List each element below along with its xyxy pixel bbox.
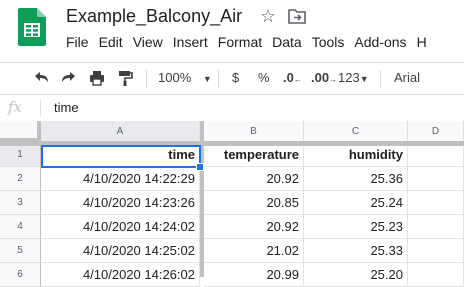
arrow-left-icon: ← — [293, 75, 302, 84]
star-icon[interactable]: ☆ — [260, 6, 276, 27]
menu-item-data[interactable]: Data — [272, 34, 302, 50]
menu-item-edit[interactable]: Edit — [99, 34, 123, 50]
more-formats-button[interactable]: 123▼ — [338, 68, 369, 88]
row-header-2[interactable]: 2 — [0, 167, 41, 191]
fx-icon: fx — [8, 98, 23, 116]
spreadsheet-grid: A B C D 1 time temperature humidity 2 4/10/2020 1… — [0, 121, 464, 287]
menu-item-insert[interactable]: Insert — [173, 34, 208, 50]
cell-c2[interactable]: 25.36 — [304, 167, 408, 191]
format-currency-button[interactable]: $ — [232, 68, 239, 88]
cell-b5[interactable]: 21.02 — [204, 239, 304, 263]
cell-a2[interactable]: 4/10/2020 14:22:29 — [41, 167, 200, 191]
cell-d4[interactable] — [408, 215, 464, 239]
increase-decimal-label: .00 — [311, 70, 330, 85]
column-header-d[interactable]: D — [408, 121, 464, 142]
menu-item-format[interactable]: Format — [218, 34, 262, 50]
menu-item-file[interactable]: File — [66, 34, 89, 50]
sheets-logo-icon[interactable] — [18, 8, 46, 46]
row-header-4[interactable]: 4 — [0, 215, 41, 239]
frozen-row-divider[interactable] — [0, 142, 464, 146]
menu-item-tools[interactable]: Tools — [312, 34, 345, 50]
formula-divider — [40, 99, 41, 117]
font-select[interactable]: Arial — [394, 68, 420, 88]
menu-item-add-ons[interactable]: Add-ons — [354, 34, 406, 50]
cell-a3[interactable]: 4/10/2020 14:23:26 — [41, 191, 200, 215]
menu-item-view[interactable]: View — [133, 34, 163, 50]
toolbar-divider — [218, 70, 219, 88]
select-all-corner[interactable] — [0, 121, 41, 142]
arrow-right-icon: → — [329, 75, 338, 84]
title-bar: Example_Balcony_Air ☆ File Edit View Insert… — [0, 0, 464, 58]
cell-b3[interactable]: 20.85 — [204, 191, 304, 215]
chevron-down-icon: ▼ — [359, 74, 369, 84]
menu-item-h[interactable]: H — [417, 34, 427, 50]
paint-format-icon[interactable] — [116, 68, 134, 88]
more-formats-label: 123 — [338, 70, 360, 85]
format-percent-button[interactable]: % — [258, 68, 270, 88]
chevron-down-icon: ▼ — [202, 74, 212, 84]
decrease-decimal-button[interactable]: .0← — [283, 68, 302, 88]
cell-d3[interactable] — [408, 191, 464, 215]
fill-handle[interactable] — [196, 163, 204, 171]
cell-c4[interactable]: 25.23 — [304, 215, 408, 239]
cell-b6[interactable]: 20.99 — [204, 263, 304, 287]
column-header-c[interactable]: C — [304, 121, 408, 142]
column-header-b[interactable]: B — [204, 121, 304, 142]
cell-d2[interactable] — [408, 167, 464, 191]
print-icon[interactable] — [88, 68, 106, 88]
decrease-decimal-label: .0 — [283, 70, 294, 85]
toolbar-divider — [380, 70, 381, 88]
cell-a6[interactable]: 4/10/2020 14:26:02 — [41, 263, 200, 287]
zoom-value: 100% — [158, 70, 192, 85]
cell-a5[interactable]: 4/10/2020 14:25:02 — [41, 239, 200, 263]
zoom-select[interactable]: 100% ▼ — [158, 68, 212, 88]
cell-b2[interactable]: 20.92 — [204, 167, 304, 191]
increase-decimal-button[interactable]: .00→ — [311, 68, 337, 88]
cell-c6[interactable]: 25.20 — [304, 263, 408, 287]
row-header-6[interactable]: 6 — [0, 263, 41, 287]
redo-icon[interactable] — [60, 68, 78, 88]
formula-input[interactable]: time — [54, 100, 79, 115]
row-header-3[interactable]: 3 — [0, 191, 41, 215]
cell-a4[interactable]: 4/10/2020 14:24:02 — [41, 215, 200, 239]
row-header-5[interactable]: 5 — [0, 239, 41, 263]
cell-b4[interactable]: 20.92 — [204, 215, 304, 239]
document-title[interactable]: Example_Balcony_Air — [66, 6, 242, 27]
cell-d5[interactable] — [408, 239, 464, 263]
undo-icon[interactable] — [32, 68, 50, 88]
toolbar-divider — [146, 70, 147, 88]
move-to-folder-icon[interactable] — [288, 8, 306, 24]
toolbar: 100% ▼ $ % .0← .00→ 123▼ Arial — [0, 62, 464, 93]
cell-c5[interactable]: 25.33 — [304, 239, 408, 263]
cell-c3[interactable]: 25.24 — [304, 191, 408, 215]
column-header-a[interactable]: A — [41, 121, 200, 142]
formula-bar: fx time — [0, 94, 464, 122]
cell-d6[interactable] — [408, 263, 464, 287]
menu-bar: File Edit View Insert Format Data Tools Add-ons… — [66, 34, 437, 52]
